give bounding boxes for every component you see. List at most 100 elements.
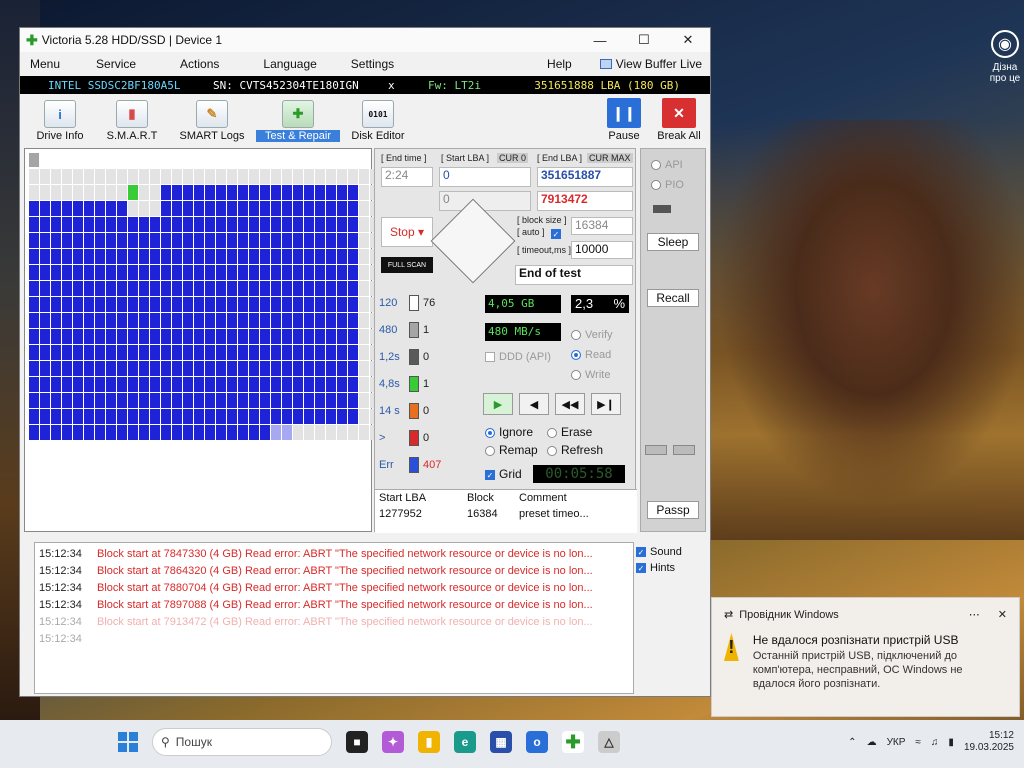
menu-language[interactable]: Language: [253, 57, 326, 71]
grid-option[interactable]: ✓ Grid: [485, 467, 522, 481]
end-of-test-select[interactable]: End of test: [515, 265, 633, 285]
rewind-button[interactable]: ◀: [519, 393, 549, 415]
start-lba-label: [ Start LBA ]: [441, 153, 490, 163]
map-block: [194, 393, 204, 408]
windows-start-icon[interactable]: [118, 732, 138, 752]
stop-button[interactable]: Stop ▾: [381, 217, 433, 247]
notification-close-icon[interactable]: ✕: [998, 608, 1007, 621]
menu-help[interactable]: Help: [537, 57, 582, 71]
wifi-icon[interactable]: ≈: [915, 737, 921, 748]
map-block: [194, 361, 204, 376]
copilot-icon[interactable]: ✦: [382, 731, 404, 753]
menu-menu[interactable]: Menu: [20, 57, 70, 71]
map-block: [172, 409, 182, 424]
break-all-button[interactable]: ✕ Break All: [656, 98, 702, 142]
edge-icon[interactable]: e: [454, 731, 476, 753]
map-block: [95, 345, 105, 360]
legend-label: 1,2s: [379, 351, 400, 363]
end-lba-field[interactable]: 351651887: [537, 167, 633, 187]
event-log[interactable]: 15:12:34 Block start at 7847330 (4 GB) Re…: [34, 542, 634, 694]
chevron-up-icon[interactable]: ⌃: [848, 737, 856, 748]
map-block: [293, 201, 303, 216]
tab-drive-info[interactable]: i Drive Info: [24, 100, 96, 144]
map-block: [293, 265, 303, 280]
volume-icon[interactable]: ♫: [931, 737, 939, 748]
end-time-field[interactable]: 2:24: [381, 167, 433, 187]
tab-test-repair[interactable]: ✚ Test & Repair: [256, 100, 340, 144]
tab-disk-editor[interactable]: 0101 Disk Editor: [340, 100, 416, 144]
menu-settings[interactable]: Settings: [341, 57, 404, 71]
map-block: [62, 233, 72, 248]
pause-button[interactable]: ❙❙ Pause: [604, 98, 644, 142]
remap-option[interactable]: Remap: [485, 443, 538, 457]
sleep-button[interactable]: Sleep: [647, 233, 699, 251]
legend-swatch: [409, 457, 419, 473]
task-view-icon[interactable]: ■: [346, 731, 368, 753]
title-bar[interactable]: ✚ Victoria 5.28 HDD/SSD | Device 1 — ☐ ✕: [20, 28, 710, 52]
read-option[interactable]: Read: [571, 349, 611, 361]
clock[interactable]: 15:12 19.03.2025: [964, 730, 1014, 754]
block-size-select[interactable]: 16384: [571, 217, 633, 235]
ignore-option[interactable]: Ignore: [485, 425, 533, 439]
menu-service[interactable]: Service: [86, 57, 146, 71]
refresh-option[interactable]: Refresh: [547, 443, 603, 457]
skip-back-button[interactable]: ◀◀: [555, 393, 585, 415]
end-max-button[interactable]: MAX: [609, 153, 633, 163]
store-icon[interactable]: ▦: [490, 731, 512, 753]
verify-option[interactable]: Verify: [571, 329, 613, 341]
sound-option[interactable]: ✓ Sound: [636, 546, 682, 558]
file-explorer-icon[interactable]: ▮: [418, 731, 440, 753]
table-row[interactable]: 1277952 16384 preset timeo...: [375, 506, 637, 522]
close-button[interactable]: ✕: [666, 32, 710, 48]
outlook-icon[interactable]: o: [526, 731, 548, 753]
api-option[interactable]: API: [651, 159, 683, 171]
drive-close-x[interactable]: x: [388, 79, 428, 92]
drive-info-bar[interactable]: INTEL SSDSC2BF180A5L SN: CVTS452304TE180…: [20, 76, 710, 94]
map-block: [172, 313, 182, 328]
maximize-button[interactable]: ☐: [622, 32, 666, 48]
map-block: [227, 249, 237, 264]
map-block: [172, 249, 182, 264]
victoria-app-icon: ✚: [26, 31, 38, 48]
notification-body: ! Не вдалося розпізнати пристрій USB Ост…: [712, 627, 1019, 697]
desktop-learn-more[interactable]: ◉ Дізна про це: [985, 30, 1024, 110]
erase-option[interactable]: Erase: [547, 425, 592, 439]
menu-actions[interactable]: Actions: [170, 57, 229, 71]
view-buffer-live[interactable]: View Buffer Live: [599, 57, 710, 71]
pio-option[interactable]: PIO: [651, 179, 684, 191]
usb-notification[interactable]: ⇄ Провідник Windows ⋯ ✕ ! Не вдалося роз…: [711, 597, 1020, 717]
map-block: [249, 185, 259, 200]
start-lba-field[interactable]: 0: [439, 167, 531, 187]
minimize-button[interactable]: —: [578, 33, 622, 48]
network-icon[interactable]: ☁: [867, 737, 877, 748]
language-indicator[interactable]: УКР: [887, 737, 906, 748]
full-scan-button[interactable]: FULL SCAN: [381, 257, 433, 273]
error-table[interactable]: Start LBA Block Comment 1277952 16384 pr…: [375, 489, 637, 533]
skip-end-button[interactable]: ▶❙: [591, 393, 621, 415]
ddd-api-option[interactable]: DDD (API): [485, 351, 551, 363]
taskbar-search[interactable]: ⚲ Пошук: [152, 728, 332, 756]
direction-pad[interactable]: [430, 198, 516, 284]
app-taskbar-icon[interactable]: △: [598, 731, 620, 753]
tab-smart-logs[interactable]: ✎ SMART Logs: [168, 100, 256, 144]
tab-smart[interactable]: ▮ S.M.A.R.T: [96, 100, 168, 144]
end-cur-button[interactable]: CUR: [587, 153, 611, 163]
victoria-taskbar-icon[interactable]: ✚: [562, 731, 584, 753]
write-option[interactable]: Write: [571, 369, 610, 381]
map-block: [139, 345, 149, 360]
map-block: [293, 185, 303, 200]
map-block: [183, 265, 193, 280]
hints-option[interactable]: ✓ Hints: [636, 562, 682, 574]
timeout-select[interactable]: 10000: [571, 241, 633, 259]
play-button[interactable]: ▶: [483, 393, 513, 415]
start-zero-button[interactable]: 0: [519, 153, 529, 163]
map-block: [106, 409, 116, 424]
auto-checkbox[interactable]: ✓: [551, 229, 561, 239]
map-block: [293, 217, 303, 232]
recall-button[interactable]: Recall: [647, 289, 699, 307]
start-cur-button[interactable]: CUR: [497, 153, 521, 163]
more-icon[interactable]: ⋯: [969, 608, 980, 621]
battery-icon[interactable]: ▮: [948, 737, 954, 748]
map-block: [205, 329, 215, 344]
passp-button[interactable]: Passp: [647, 501, 699, 519]
